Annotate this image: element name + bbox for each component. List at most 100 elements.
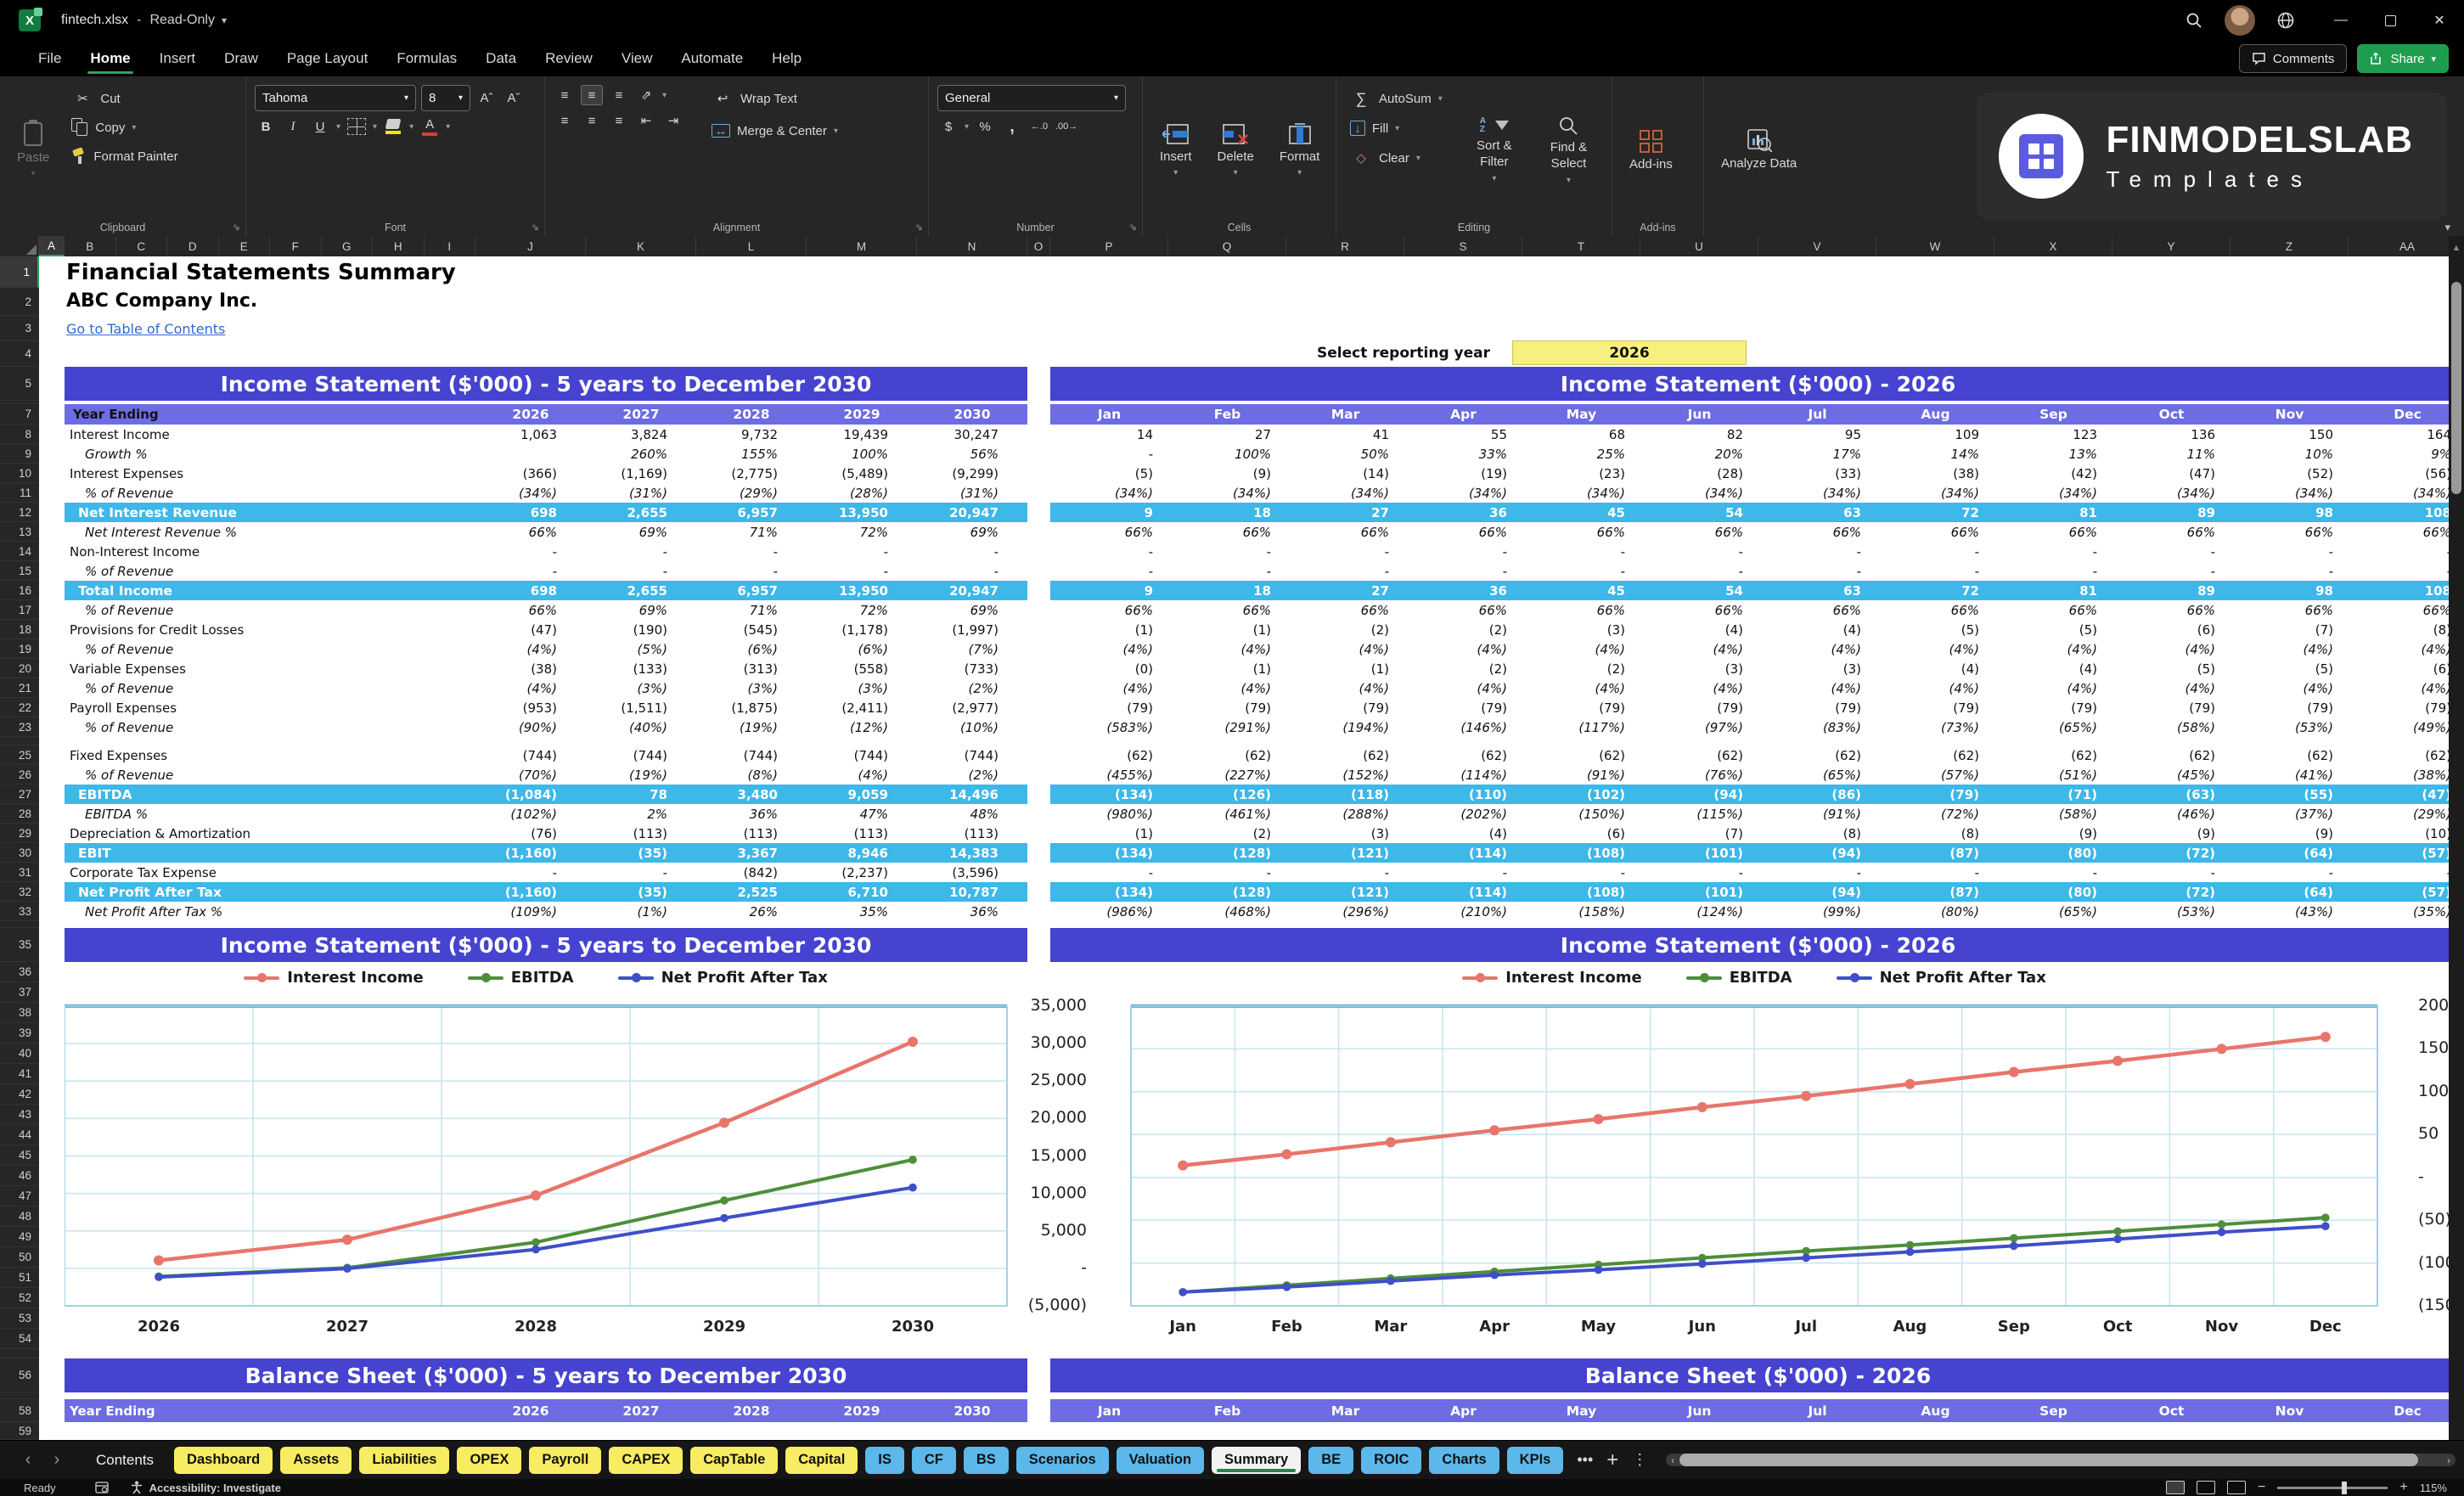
cell[interactable]: - <box>1876 561 1994 581</box>
table-row[interactable]: Interest Income1,0633,8249,73219,43930,2… <box>65 425 1027 444</box>
more-sheets-icon[interactable]: ••• <box>1577 1451 1593 1469</box>
cell[interactable]: 14,496 <box>917 785 1027 804</box>
sheet-options-icon[interactable]: ⋮ <box>1632 1451 1647 1469</box>
cell[interactable]: (91%) <box>1758 804 1876 824</box>
cell[interactable]: 20,947 <box>917 581 1027 600</box>
cell[interactable]: - <box>917 542 1027 561</box>
row-header-48[interactable]: 48 <box>0 1206 39 1227</box>
cell[interactable]: 66% <box>1640 522 1758 542</box>
column-header-AA[interactable]: AA <box>2349 236 2449 256</box>
cell[interactable]: (2,237) <box>807 863 917 882</box>
cell[interactable]: (1) <box>1050 824 1168 843</box>
row-header-54[interactable]: 54 <box>0 1329 39 1349</box>
table-row[interactable]: % of Revenue(34%)(31%)(29%)(28%)(31%) <box>65 483 1027 503</box>
zoom-slider[interactable] <box>2277 1487 2388 1489</box>
column-Dec[interactable]: Dec <box>2349 1399 2449 1422</box>
cell[interactable]: (9) <box>1994 824 2112 843</box>
cell[interactable]: 3,480 <box>696 785 807 804</box>
cell[interactable]: (6) <box>2112 620 2231 639</box>
cell[interactable]: (558) <box>807 659 917 678</box>
cell[interactable]: 2% <box>586 804 696 824</box>
cell[interactable]: (64) <box>2231 882 2349 902</box>
cell[interactable]: 66% <box>1876 600 1994 620</box>
sheet-tab-roic[interactable]: ROIC <box>1361 1447 1421 1474</box>
row-header-51[interactable]: 51 <box>0 1268 39 1288</box>
cell[interactable]: (126) <box>1168 785 1286 804</box>
cell[interactable]: (91%) <box>1522 765 1640 785</box>
cell[interactable]: (38%) <box>2349 765 2449 785</box>
row-header-46[interactable]: 46 <box>0 1166 39 1186</box>
cell[interactable]: (71) <box>1994 785 2112 804</box>
cell[interactable] <box>475 737 586 745</box>
vscroll-up-icon[interactable]: ▲ <box>2452 243 2461 253</box>
table-row[interactable]: Net Profit After Tax(1,160)(35)2,5256,71… <box>65 882 1027 902</box>
cell[interactable]: (53%) <box>2112 902 2231 921</box>
column-Jan[interactable]: Jan <box>1050 1399 1168 1422</box>
column-header-U[interactable]: U <box>1640 236 1758 256</box>
cell[interactable]: (35) <box>586 882 696 902</box>
cell[interactable]: (8) <box>1758 824 1876 843</box>
addins-button[interactable]: Add-ins <box>1621 85 1681 216</box>
cell[interactable]: 66% <box>1522 522 1640 542</box>
cell[interactable]: 54 <box>1640 581 1758 600</box>
cell[interactable]: (62) <box>2112 745 2231 765</box>
cell[interactable]: (45%) <box>2112 765 2231 785</box>
cell[interactable]: - <box>1050 561 1168 581</box>
cell[interactable]: (10) <box>2349 824 2449 843</box>
cell[interactable]: 66% <box>2112 522 2231 542</box>
cell[interactable]: 66% <box>1522 600 1640 620</box>
cell[interactable]: (4%) <box>2231 639 2349 659</box>
clipboard-dialog-launcher[interactable]: ⇘ <box>233 222 240 233</box>
row-header-14[interactable]: 14 <box>0 542 39 561</box>
cell[interactable]: - <box>1640 863 1758 882</box>
increase-decimal-icon[interactable]: ←.0 <box>1028 116 1050 137</box>
cell[interactable]: (1) <box>1050 620 1168 639</box>
cell[interactable]: - <box>2112 542 2231 561</box>
cell[interactable]: 33% <box>1404 444 1522 464</box>
cell[interactable]: 69% <box>586 600 696 620</box>
cell[interactable]: (62) <box>1404 745 1522 765</box>
column-header-N[interactable]: N <box>917 236 1027 256</box>
cell[interactable]: (28%) <box>807 483 917 503</box>
cell[interactable]: (31%) <box>586 483 696 503</box>
cell[interactable]: 108 <box>2349 581 2449 600</box>
cell[interactable]: (8%) <box>696 765 807 785</box>
cell[interactable] <box>1640 737 1758 745</box>
sort-filter-button[interactable]: AZ Sort & Filter▾ <box>1463 85 1526 216</box>
menu-tab-file[interactable]: File <box>25 45 74 72</box>
cell[interactable]: (49%) <box>2349 717 2449 737</box>
cell[interactable]: (733) <box>917 659 1027 678</box>
cell[interactable]: (146%) <box>1404 717 1522 737</box>
cell[interactable]: (94) <box>1640 785 1758 804</box>
row-header-5[interactable]: 5 <box>0 367 39 401</box>
cell[interactable]: (124%) <box>1640 902 1758 921</box>
cell[interactable]: 45 <box>1522 581 1640 600</box>
cell[interactable]: (72) <box>2112 882 2231 902</box>
cell[interactable]: (94) <box>1758 843 1876 863</box>
row-header-50[interactable]: 50 <box>0 1247 39 1268</box>
cell[interactable]: 9 <box>1050 581 1168 600</box>
cell[interactable]: (2,411) <box>807 698 917 717</box>
column-header-C[interactable]: C <box>116 236 168 256</box>
cell[interactable]: - <box>1168 863 1286 882</box>
borders-icon[interactable] <box>346 116 368 137</box>
number-format-select[interactable]: General▾ <box>937 85 1126 111</box>
cut-button[interactable]: ✂Cut <box>66 85 183 112</box>
column-Jul[interactable]: Jul <box>1758 404 1876 425</box>
cell[interactable]: (4%) <box>1876 639 1994 659</box>
row-header-32[interactable]: 32 <box>0 882 39 902</box>
cell[interactable]: - <box>1286 542 1404 561</box>
cell[interactable]: (121) <box>1286 843 1404 863</box>
cell[interactable]: (62) <box>1640 745 1758 765</box>
cell[interactable]: - <box>475 863 586 882</box>
cell[interactable]: - <box>2349 561 2449 581</box>
cell[interactable]: (58%) <box>2112 717 2231 737</box>
row-header-44[interactable]: 44 <box>0 1125 39 1145</box>
cell[interactable]: (10%) <box>917 717 1027 737</box>
row-header-1[interactable]: 1 <box>0 256 39 288</box>
align-middle-icon[interactable]: ≡ <box>581 85 603 105</box>
column-2026[interactable]: 2026 <box>475 404 586 425</box>
column-Sep[interactable]: Sep <box>1994 1399 2112 1422</box>
cell[interactable]: 66% <box>1050 522 1168 542</box>
paste-button[interactable]: Paste ▾ <box>8 85 58 216</box>
